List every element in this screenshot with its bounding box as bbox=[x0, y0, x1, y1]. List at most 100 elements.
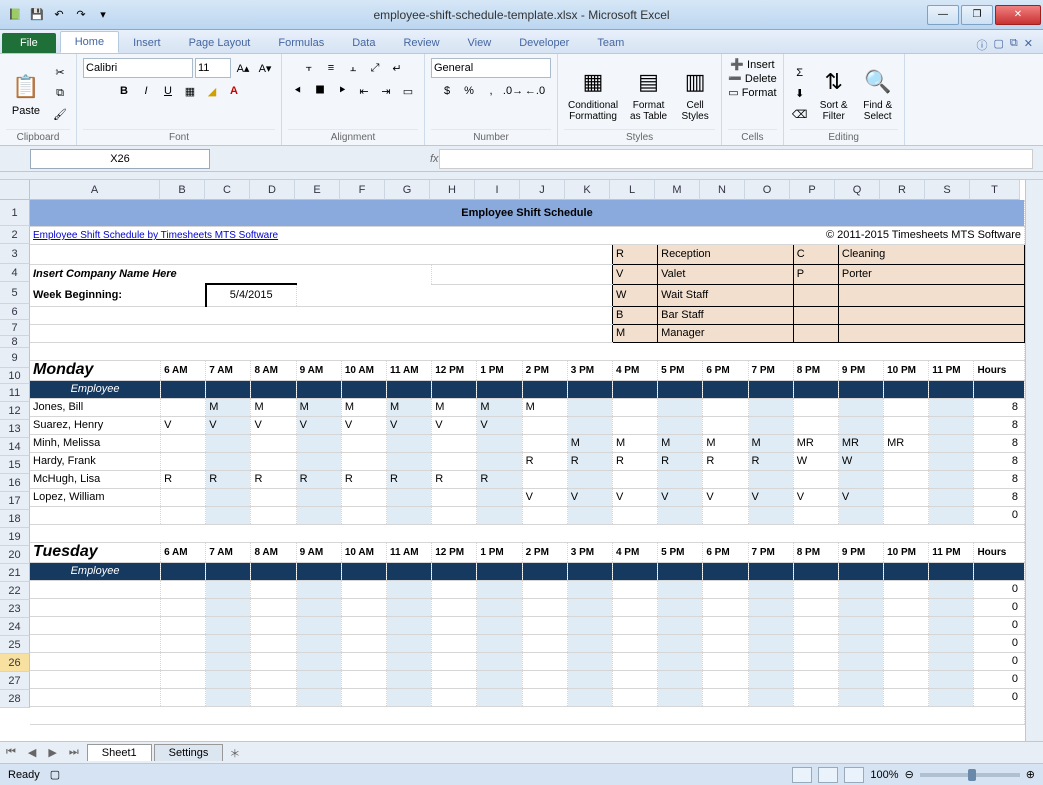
row-header-27[interactable]: 27 bbox=[0, 672, 30, 690]
fill-icon[interactable]: ⬇ bbox=[790, 84, 810, 104]
number-format-input[interactable] bbox=[431, 58, 551, 78]
decrease-decimal-icon[interactable]: ←.0 bbox=[525, 81, 545, 101]
row-header-6[interactable]: 6 bbox=[0, 304, 30, 320]
tab-nav-next-icon[interactable]: ▶ bbox=[42, 746, 62, 759]
save-icon[interactable]: 💾 bbox=[28, 6, 46, 24]
col-header-D[interactable]: D bbox=[250, 180, 295, 200]
fill-color-button[interactable]: ◢ bbox=[202, 81, 222, 101]
col-header-P[interactable]: P bbox=[790, 180, 835, 200]
format-painter-icon[interactable]: 🖌 bbox=[50, 105, 70, 125]
week-date-cell[interactable]: 5/4/2015 bbox=[206, 284, 296, 306]
zoom-in-button[interactable]: ⊕ bbox=[1026, 768, 1035, 781]
col-header-R[interactable]: R bbox=[880, 180, 925, 200]
cut-icon[interactable]: ✂ bbox=[50, 63, 70, 83]
zoom-slider[interactable] bbox=[920, 773, 1020, 777]
col-header-H[interactable]: H bbox=[430, 180, 475, 200]
conditional-formatting-button[interactable]: ▦Conditional Formatting bbox=[564, 64, 622, 124]
font-name-input[interactable] bbox=[83, 58, 193, 78]
tab-developer[interactable]: Developer bbox=[505, 33, 583, 53]
sheet-tab-sheet1[interactable]: Sheet1 bbox=[87, 744, 152, 761]
row-header-5[interactable]: 5 bbox=[0, 282, 30, 304]
file-tab[interactable]: File bbox=[2, 33, 56, 53]
font-color-button[interactable]: A bbox=[224, 81, 244, 101]
formula-bar[interactable] bbox=[439, 149, 1033, 169]
find-select-button[interactable]: 🔍Find & Select bbox=[858, 64, 898, 124]
copyright-text[interactable]: © 2011-2015 Timesheets MTS Software bbox=[658, 226, 1025, 244]
bold-button[interactable]: B bbox=[114, 81, 134, 101]
align-middle-icon[interactable]: ≡ bbox=[321, 58, 341, 78]
col-header-J[interactable]: J bbox=[520, 180, 565, 200]
col-header-K[interactable]: K bbox=[565, 180, 610, 200]
row-header-7[interactable]: 7 bbox=[0, 320, 30, 336]
align-left-icon[interactable]: ⯇ bbox=[288, 81, 308, 101]
increase-font-icon[interactable]: A▴ bbox=[233, 58, 253, 78]
italic-button[interactable]: I bbox=[136, 81, 156, 101]
currency-icon[interactable]: $ bbox=[437, 81, 457, 101]
row-header-12[interactable]: 12 bbox=[0, 402, 30, 420]
row-header-8[interactable]: 8 bbox=[0, 336, 30, 348]
tab-nav-last-icon[interactable]: ⏭ bbox=[63, 746, 85, 759]
row-header-13[interactable]: 13 bbox=[0, 420, 30, 438]
cell-styles-button[interactable]: ▥Cell Styles bbox=[675, 64, 715, 124]
row-header-14[interactable]: 14 bbox=[0, 438, 30, 456]
underline-button[interactable]: U bbox=[158, 81, 178, 101]
tab-formulas[interactable]: Formulas bbox=[264, 33, 338, 53]
macro-record-icon[interactable]: ▢ bbox=[50, 768, 60, 781]
tab-view[interactable]: View bbox=[454, 33, 506, 53]
decrease-font-icon[interactable]: A▾ bbox=[255, 58, 275, 78]
row-header-11[interactable]: 11 bbox=[0, 384, 30, 402]
indent-decrease-icon[interactable]: ⇤ bbox=[354, 81, 374, 101]
col-header-A[interactable]: A bbox=[30, 180, 160, 200]
day-name[interactable]: Monday bbox=[30, 360, 161, 380]
increase-decimal-icon[interactable]: .0→ bbox=[503, 81, 523, 101]
close-doc-icon[interactable]: ✕ bbox=[1024, 37, 1033, 53]
tab-home[interactable]: Home bbox=[60, 31, 119, 53]
minimize-ribbon-icon[interactable]: ▢ bbox=[994, 37, 1004, 53]
row-header-17[interactable]: 17 bbox=[0, 492, 30, 510]
align-top-icon[interactable]: ⫟ bbox=[299, 58, 319, 78]
template-link[interactable]: Employee Shift Schedule by Timesheets MT… bbox=[33, 230, 278, 241]
indent-increase-icon[interactable]: ⇥ bbox=[376, 81, 396, 101]
employee-name[interactable]: Jones, Bill bbox=[30, 398, 161, 416]
new-sheet-icon[interactable]: ＊ bbox=[223, 745, 246, 761]
tab-nav-prev-icon[interactable]: ◀ bbox=[22, 746, 42, 759]
col-header-E[interactable]: E bbox=[295, 180, 340, 200]
row-header-15[interactable]: 15 bbox=[0, 456, 30, 474]
name-box[interactable]: X26 bbox=[30, 149, 210, 169]
insert-cells-button[interactable]: ➕ Insert bbox=[730, 58, 774, 71]
tab-insert[interactable]: Insert bbox=[119, 33, 175, 53]
col-header-I[interactable]: I bbox=[475, 180, 520, 200]
tab-review[interactable]: Review bbox=[389, 33, 453, 53]
row-header-23[interactable]: 23 bbox=[0, 600, 30, 618]
vertical-scrollbar[interactable] bbox=[1025, 180, 1043, 741]
tab-nav-first-icon[interactable]: ⏮ bbox=[0, 746, 22, 759]
row-header-9[interactable]: 9 bbox=[0, 348, 30, 368]
tab-page-layout[interactable]: Page Layout bbox=[175, 33, 265, 53]
redo-icon[interactable]: ↷ bbox=[72, 6, 90, 24]
row-header-19[interactable]: 19 bbox=[0, 528, 30, 546]
week-beginning-label[interactable]: Week Beginning: bbox=[30, 284, 206, 306]
copy-icon[interactable]: ⧉ bbox=[50, 84, 70, 104]
fx-icon[interactable]: fx bbox=[430, 153, 439, 165]
col-header-Q[interactable]: Q bbox=[835, 180, 880, 200]
tab-data[interactable]: Data bbox=[338, 33, 389, 53]
spreadsheet-grid[interactable]: ABCDEFGHIJKLMNOPQRST 1234567891011121314… bbox=[0, 180, 1043, 741]
col-header-M[interactable]: M bbox=[655, 180, 700, 200]
row-header-25[interactable]: 25 bbox=[0, 636, 30, 654]
row-header-20[interactable]: 20 bbox=[0, 546, 30, 564]
col-header-O[interactable]: O bbox=[745, 180, 790, 200]
row-header-22[interactable]: 22 bbox=[0, 582, 30, 600]
clear-icon[interactable]: ⌫ bbox=[790, 105, 810, 125]
zoom-out-button[interactable]: ⊖ bbox=[905, 768, 914, 781]
paste-button[interactable]: 📋 Paste bbox=[6, 69, 46, 119]
minimize-button[interactable]: — bbox=[927, 5, 959, 25]
row-header-18[interactable]: 18 bbox=[0, 510, 30, 528]
row-header-3[interactable]: 3 bbox=[0, 244, 30, 264]
align-center-icon[interactable]: ⯀ bbox=[310, 81, 330, 101]
percent-icon[interactable]: % bbox=[459, 81, 479, 101]
col-header-C[interactable]: C bbox=[205, 180, 250, 200]
close-button[interactable]: ✕ bbox=[995, 5, 1041, 25]
row-header-4[interactable]: 4 bbox=[0, 264, 30, 282]
row-header-26[interactable]: 26 bbox=[0, 654, 30, 672]
company-name-cell[interactable]: Insert Company Name Here bbox=[30, 264, 432, 284]
